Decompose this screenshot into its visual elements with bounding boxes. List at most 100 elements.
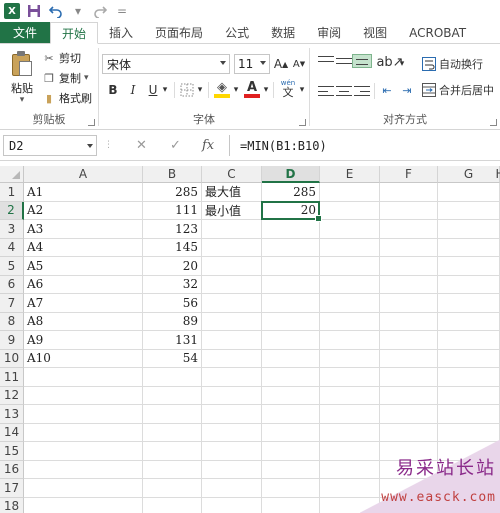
decrease-indent-icon[interactable]: ⇤: [378, 80, 396, 100]
row-header[interactable]: 7: [0, 294, 24, 313]
increase-indent-icon[interactable]: ⇥: [398, 80, 416, 100]
cell-f3[interactable]: [380, 220, 438, 239]
borders-dropdown-icon[interactable]: ▾: [196, 80, 204, 100]
cell-a1[interactable]: A1: [24, 183, 143, 202]
row-header[interactable]: 12: [0, 386, 24, 405]
tab-review[interactable]: 审阅: [306, 22, 352, 43]
cell-d14[interactable]: [262, 423, 320, 442]
align-middle-icon[interactable]: [336, 58, 352, 64]
align-center-icon[interactable]: [336, 86, 352, 96]
cell-g9[interactable]: [438, 331, 500, 350]
cell-g11[interactable]: [438, 368, 500, 387]
tab-view[interactable]: 视图: [352, 22, 398, 43]
cell-c10[interactable]: [202, 349, 262, 368]
cell-f1[interactable]: [380, 183, 438, 202]
cell-d7[interactable]: [262, 294, 320, 313]
select-all-button[interactable]: [0, 166, 24, 183]
cell-b9[interactable]: 131: [143, 331, 202, 350]
cell-g5[interactable]: [438, 257, 500, 276]
row-header[interactable]: 4: [0, 238, 24, 257]
font-color-button[interactable]: A: [242, 79, 262, 99]
cell-b7[interactable]: 56: [143, 294, 202, 313]
row-header[interactable]: 17: [0, 479, 24, 498]
cell-d5[interactable]: [262, 257, 320, 276]
fill-color-button[interactable]: ◈: [212, 79, 232, 99]
row-header[interactable]: 8: [0, 312, 24, 331]
save-icon[interactable]: [26, 3, 42, 19]
cell-a6[interactable]: A6: [24, 275, 143, 294]
cell-d1[interactable]: 285: [262, 183, 320, 202]
cell-b15[interactable]: [143, 442, 202, 461]
cell-g12[interactable]: [438, 386, 500, 405]
row-header[interactable]: 3: [0, 220, 24, 239]
cell-c15[interactable]: [202, 442, 262, 461]
column-header-a[interactable]: A: [24, 166, 143, 183]
cell-d8[interactable]: [262, 312, 320, 331]
cell-f8[interactable]: [380, 312, 438, 331]
cell-a18[interactable]: [24, 497, 143, 513]
cell-f12[interactable]: [380, 386, 438, 405]
merge-center-button[interactable]: 合并后居中: [422, 80, 500, 100]
cell-b6[interactable]: 32: [143, 275, 202, 294]
cell-e10[interactable]: [320, 349, 380, 368]
cell-d9[interactable]: [262, 331, 320, 350]
font-launcher-icon[interactable]: [299, 119, 306, 126]
clipboard-launcher-icon[interactable]: [88, 119, 95, 126]
cell-d16[interactable]: [262, 460, 320, 479]
redo-icon[interactable]: [92, 3, 108, 19]
cell-d13[interactable]: [262, 405, 320, 424]
cell-g8[interactable]: [438, 312, 500, 331]
tab-acrobat[interactable]: ACROBAT: [398, 22, 477, 43]
cell-g10[interactable]: [438, 349, 500, 368]
paste-dropdown-icon[interactable]: ▾: [20, 96, 25, 105]
cell-b4[interactable]: 145: [143, 238, 202, 257]
cell-a11[interactable]: [24, 368, 143, 387]
row-header[interactable]: 5: [0, 257, 24, 276]
cell-a7[interactable]: A7: [24, 294, 143, 313]
cell-c11[interactable]: [202, 368, 262, 387]
tab-page-layout[interactable]: 页面布局: [144, 22, 214, 43]
cell-f10[interactable]: [380, 349, 438, 368]
tab-data[interactable]: 数据: [260, 22, 306, 43]
font-size-select[interactable]: 11: [234, 54, 270, 74]
cell-b10[interactable]: 54: [143, 349, 202, 368]
row-header[interactable]: 1: [0, 183, 24, 202]
grow-font-button[interactable]: A ▲: [274, 54, 288, 74]
font-color-dropdown-icon[interactable]: ▾: [262, 80, 270, 100]
column-header-c[interactable]: C: [202, 166, 262, 183]
underline-dropdown-icon[interactable]: ▾: [161, 80, 169, 100]
borders-button[interactable]: [178, 80, 196, 100]
column-header-f[interactable]: F: [380, 166, 438, 183]
cell-a14[interactable]: [24, 423, 143, 442]
cell-e11[interactable]: [320, 368, 380, 387]
shrink-font-button[interactable]: A ▼: [292, 54, 306, 74]
row-header[interactable]: 9: [0, 331, 24, 350]
cell-c4[interactable]: [202, 238, 262, 257]
cell-g13[interactable]: [438, 405, 500, 424]
orientation-icon[interactable]: ab↗: [376, 52, 403, 72]
column-header-e[interactable]: E: [320, 166, 380, 183]
cell-c13[interactable]: [202, 405, 262, 424]
cell-c6[interactable]: [202, 275, 262, 294]
column-header-d[interactable]: D: [262, 166, 320, 183]
cell-e12[interactable]: [320, 386, 380, 405]
tab-file[interactable]: 文件: [0, 22, 51, 43]
formula-input[interactable]: =MIN(B1:B10): [229, 135, 500, 156]
cell-b2[interactable]: 111: [143, 201, 202, 220]
cell-b17[interactable]: [143, 479, 202, 498]
cell-g3[interactable]: [438, 220, 500, 239]
cell-e2[interactable]: [320, 201, 380, 220]
cell-e1[interactable]: [320, 183, 380, 202]
cell-e3[interactable]: [320, 220, 380, 239]
cell-c8[interactable]: [202, 312, 262, 331]
cell-b5[interactable]: 20: [143, 257, 202, 276]
cell-b18[interactable]: [143, 497, 202, 513]
cell-c1[interactable]: 最大值: [202, 183, 262, 202]
cell-c16[interactable]: [202, 460, 262, 479]
cell-f11[interactable]: [380, 368, 438, 387]
tab-insert[interactable]: 插入: [98, 22, 144, 43]
cell-b1[interactable]: 285: [143, 183, 202, 202]
cut-button[interactable]: ✂ 剪切: [42, 48, 81, 68]
align-right-icon[interactable]: [354, 86, 370, 96]
font-name-select[interactable]: 宋体: [102, 54, 230, 74]
